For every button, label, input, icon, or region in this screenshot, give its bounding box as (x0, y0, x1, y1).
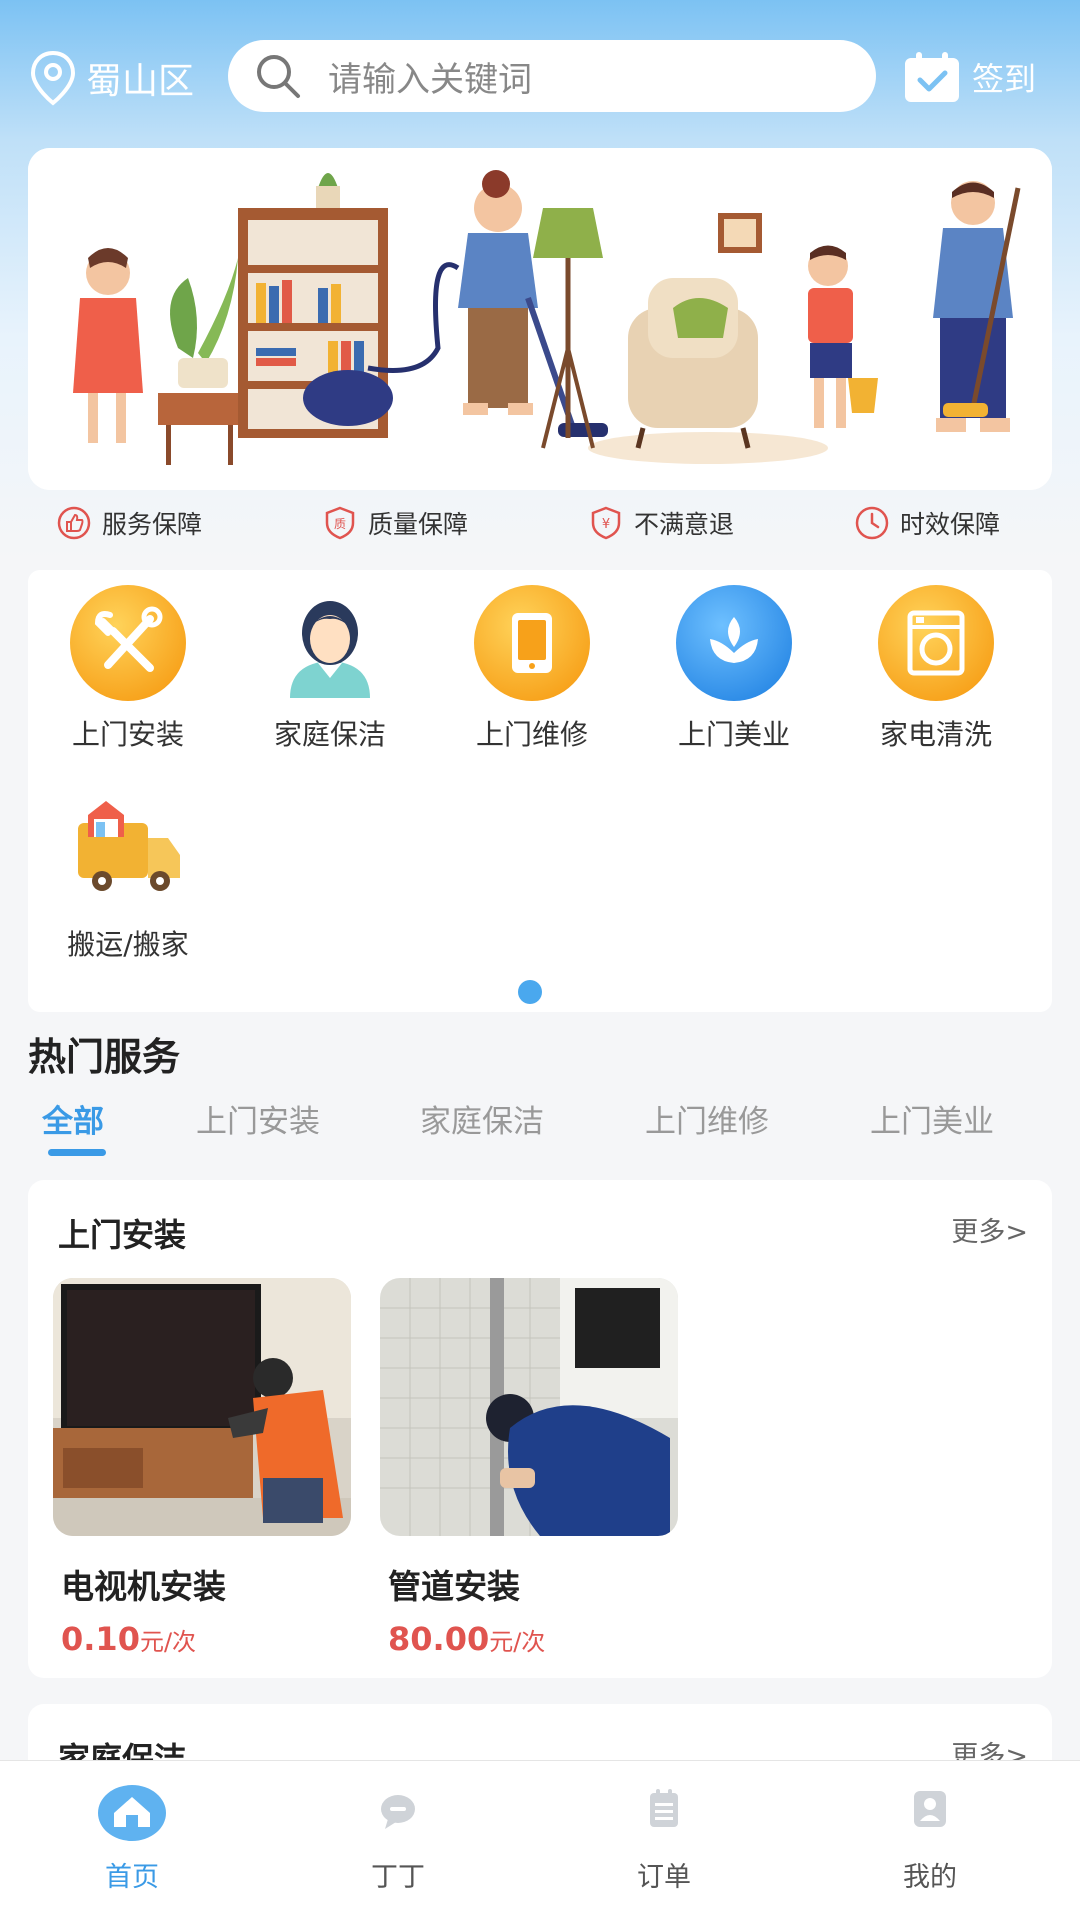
washing-machine-icon (878, 585, 994, 701)
clock-icon (855, 506, 889, 540)
guarantee-label: 时效保障 (900, 510, 1001, 539)
chat-icon (381, 1795, 415, 1829)
guarantee-label: 服务保障 (102, 510, 203, 539)
bottom-navigation: 首页 丁丁 订单 我的 (0, 1760, 1080, 1920)
quality-shield-icon: 质 (325, 506, 355, 540)
tab-repair[interactable]: 上门维修 (645, 1096, 769, 1141)
category-label: 搬运/搬家 (67, 928, 189, 961)
section-card-install: 上门安装 更多> 电视机安装 0.10元/次 管道安装 80.00元/次 (28, 1180, 1052, 1678)
pager-dot-active[interactable] (518, 980, 542, 1004)
nav-dingding[interactable]: 丁丁 (298, 1775, 498, 1894)
nav-mine[interactable]: 我的 (830, 1775, 1030, 1894)
order-list-icon (650, 1789, 678, 1827)
header: 蜀山区 请输入关键词 签到 (0, 36, 1080, 120)
pipe-install-photo (380, 1278, 678, 1536)
section-title: 上门安装 (58, 1216, 187, 1254)
tab-cleaning[interactable]: 家庭保洁 (420, 1096, 544, 1141)
guarantee-label: 不满意退 (634, 510, 735, 539)
nav-orders[interactable]: 订单 (564, 1775, 764, 1894)
category-moving[interactable]: 搬运/搬家 (38, 793, 218, 963)
home-icon (98, 1785, 166, 1841)
tab-all[interactable]: 全部 (42, 1096, 104, 1141)
category-label: 上门美业 (677, 718, 790, 751)
location-label: 蜀山区 (86, 61, 195, 102)
category-label: 上门维修 (475, 718, 588, 751)
promo-banner[interactable] (28, 148, 1052, 490)
family-cleaning-illustration (28, 148, 1052, 490)
nav-label: 首页 (105, 1862, 159, 1893)
category-install[interactable]: 上门安装 (38, 583, 218, 753)
location-selector[interactable]: 蜀山区 (28, 50, 194, 106)
guarantee-refund: ¥ 不满意退 (588, 505, 734, 541)
price-value: 0.10 (61, 1620, 140, 1658)
tv-install-photo (53, 1278, 351, 1536)
product-name: 电视机安装 (61, 1567, 226, 1606)
search-icon (257, 55, 300, 98)
thumbs-up-icon (57, 506, 91, 540)
search-placeholder: 请输入关键词 (328, 59, 532, 100)
svg-text:质: 质 (334, 517, 346, 531)
signin-label: 签到 (972, 60, 1037, 98)
active-tab-indicator (48, 1149, 106, 1156)
svg-text:¥: ¥ (602, 517, 610, 532)
category-label: 家电清洗 (879, 718, 992, 751)
price-unit: 元/次 (489, 1628, 546, 1656)
guarantee-service: 服务保障 (56, 505, 202, 541)
more-link[interactable]: 更多> (951, 1210, 1028, 1249)
category-repair[interactable]: 上门维修 (442, 583, 622, 753)
category-label: 家庭保洁 (273, 718, 386, 751)
product-price: 0.10元/次 (61, 1620, 351, 1658)
refund-shield-icon: ¥ (591, 506, 621, 540)
profile-icon (914, 1791, 946, 1827)
price-unit: 元/次 (139, 1628, 197, 1656)
category-beauty[interactable]: 上门美业 (644, 583, 824, 753)
hot-services-title: 热门服务 (28, 1035, 181, 1079)
nav-label: 丁丁 (371, 1862, 425, 1893)
category-cleaning[interactable]: 家庭保洁 (240, 583, 420, 753)
category-appliance-cleaning[interactable]: 家电清洗 (846, 583, 1026, 753)
price-value: 80.00 (388, 1620, 490, 1658)
moving-truck-icon (78, 801, 180, 891)
guarantee-row: 服务保障 质 质量保障 ¥ 不满意退 时效保障 (0, 505, 1080, 555)
tools-icon (70, 585, 186, 701)
guarantee-label: 质量保障 (368, 510, 469, 539)
phone-repair-icon (474, 585, 590, 701)
cleaner-person-icon (290, 601, 370, 698)
guarantee-timeliness: 时效保障 (854, 505, 1000, 541)
lotus-beauty-icon (676, 585, 792, 701)
tab-beauty[interactable]: 上门美业 (870, 1096, 994, 1141)
product-card[interactable]: 电视机安装 0.10元/次 (53, 1278, 351, 1658)
tab-install[interactable]: 上门安装 (196, 1096, 320, 1141)
guarantee-quality: 质 质量保障 (322, 505, 468, 541)
nav-home[interactable]: 首页 (32, 1775, 232, 1894)
nav-label: 订单 (637, 1862, 691, 1893)
calendar-check-icon (905, 52, 959, 102)
hot-service-tabs: 全部 上门安装 家庭保洁 上门维修 上门美业 (0, 1096, 1080, 1166)
location-pin-icon (30, 50, 76, 106)
nav-label: 我的 (903, 1862, 957, 1893)
product-card[interactable]: 管道安装 80.00元/次 (380, 1278, 678, 1658)
signin-button[interactable]: 签到 (902, 50, 1036, 104)
product-name: 管道安装 (388, 1567, 520, 1606)
category-label: 上门安装 (71, 718, 184, 751)
product-price: 80.00元/次 (388, 1620, 678, 1658)
search-bar[interactable]: 请输入关键词 (228, 40, 876, 112)
